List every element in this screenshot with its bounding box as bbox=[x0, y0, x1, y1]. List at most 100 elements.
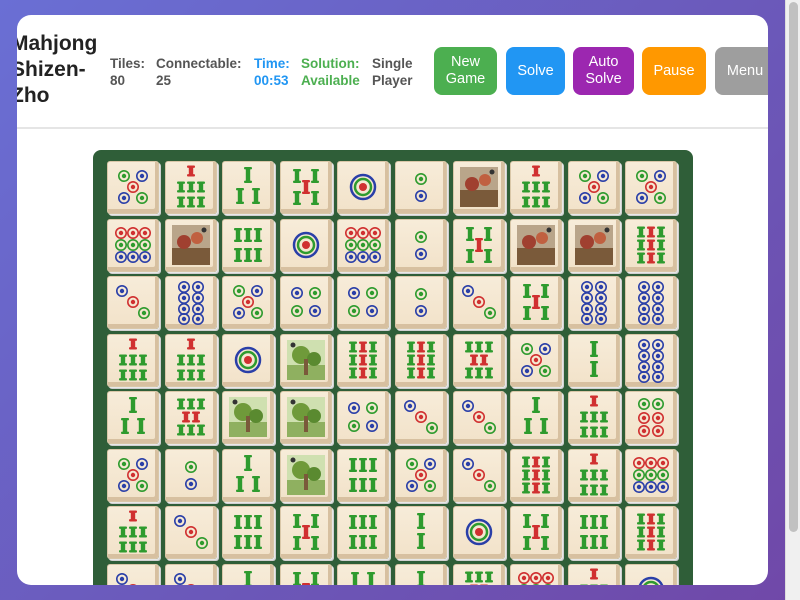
circles-6-tile[interactable] bbox=[625, 391, 678, 444]
circles-5-tile[interactable] bbox=[107, 448, 159, 502]
season-tile-tile[interactable] bbox=[279, 448, 332, 502]
solve-button[interactable]: Solve bbox=[506, 47, 565, 95]
circles-2-tile[interactable] bbox=[164, 448, 217, 502]
bamboo-2-tile[interactable] bbox=[395, 506, 447, 559]
flower-tile-tile[interactable] bbox=[567, 218, 620, 272]
bamboo-5-icon bbox=[292, 514, 319, 550]
flower-tile-tile[interactable] bbox=[452, 161, 505, 214]
bamboo-9-tile[interactable] bbox=[510, 448, 563, 502]
bamboo-6-tile[interactable] bbox=[337, 448, 390, 502]
bamboo-5-tile[interactable] bbox=[279, 563, 332, 585]
circles-2-tile[interactable] bbox=[395, 276, 447, 329]
circles-5-tile[interactable] bbox=[625, 161, 678, 214]
bamboo-8-tile[interactable] bbox=[452, 563, 505, 585]
bamboo-7-tile[interactable] bbox=[567, 448, 620, 502]
bamboo-3-icon bbox=[236, 454, 261, 492]
bamboo-6-tile[interactable] bbox=[222, 218, 275, 272]
circles-3-tile[interactable] bbox=[164, 563, 217, 585]
bamboo-7-tile[interactable] bbox=[567, 391, 620, 444]
circles-5-icon bbox=[636, 170, 667, 204]
circles-2-tile[interactable] bbox=[395, 218, 447, 272]
bamboo-2-tile[interactable] bbox=[395, 563, 447, 585]
scrollbar-thumb[interactable] bbox=[789, 2, 798, 532]
bamboo-3-tile[interactable] bbox=[222, 161, 275, 214]
bamboo-3-tile[interactable] bbox=[107, 391, 159, 444]
circles-3-tile[interactable] bbox=[452, 448, 505, 502]
circles-8-tile[interactable] bbox=[567, 276, 620, 329]
circles-1-tile[interactable] bbox=[337, 161, 390, 214]
flower-tile-tile[interactable] bbox=[510, 218, 563, 272]
circles-8-tile[interactable] bbox=[625, 276, 678, 329]
circles-3-tile[interactable] bbox=[452, 276, 505, 329]
bamboo-2-tile[interactable] bbox=[567, 333, 620, 387]
season-tile-tile[interactable] bbox=[222, 391, 275, 444]
circles-9-tile[interactable] bbox=[337, 218, 390, 272]
season-tile-tile[interactable] bbox=[279, 391, 332, 444]
bamboo-5-tile[interactable] bbox=[452, 218, 505, 272]
circles-8-tile[interactable] bbox=[164, 276, 217, 329]
circles-5-tile[interactable] bbox=[222, 276, 275, 329]
circles-5-tile[interactable] bbox=[107, 161, 159, 214]
circles-5-tile[interactable] bbox=[395, 448, 447, 502]
auto-solve-button[interactable]: Auto Solve bbox=[573, 47, 634, 95]
bamboo-9-tile[interactable] bbox=[625, 218, 678, 272]
bamboo-3-icon bbox=[121, 397, 145, 434]
circles-3-tile[interactable] bbox=[452, 391, 505, 444]
circles-3-tile[interactable] bbox=[107, 563, 159, 585]
circles-9-tile[interactable] bbox=[625, 448, 678, 502]
bamboo-9-tile[interactable] bbox=[395, 333, 447, 387]
bamboo-8-tile[interactable] bbox=[452, 333, 505, 387]
bamboo-7-tile[interactable] bbox=[164, 333, 217, 387]
circles-8-tile[interactable] bbox=[625, 333, 678, 387]
game-title: Mahjong Shizen-Zho bbox=[17, 32, 98, 107]
bamboo-5-tile[interactable] bbox=[279, 506, 332, 559]
bamboo-5-tile[interactable] bbox=[510, 276, 563, 329]
pause-button[interactable]: Pause bbox=[642, 47, 706, 95]
bamboo-7-tile[interactable] bbox=[164, 161, 217, 214]
flower-tile-tile[interactable] bbox=[164, 218, 217, 272]
bamboo-7-tile[interactable] bbox=[107, 506, 159, 559]
season-tile-tile[interactable] bbox=[279, 333, 332, 387]
flower-tile-icon bbox=[574, 224, 613, 265]
bamboo-6-tile[interactable] bbox=[222, 506, 275, 559]
circles-1-tile[interactable] bbox=[625, 563, 678, 585]
circles-1-tile[interactable] bbox=[222, 333, 275, 387]
bamboo-6-tile[interactable] bbox=[337, 506, 390, 559]
bamboo-7-tile[interactable] bbox=[510, 161, 563, 214]
bamboo-7-tile[interactable] bbox=[107, 333, 159, 387]
bamboo-5-tile[interactable] bbox=[279, 161, 332, 214]
bamboo-3-icon bbox=[524, 397, 549, 434]
circles-1-tile[interactable] bbox=[279, 218, 332, 272]
page-scrollbar[interactable] bbox=[785, 0, 800, 600]
bamboo-9-icon bbox=[637, 513, 666, 551]
bamboo-6-icon bbox=[234, 227, 263, 262]
circles-4-tile[interactable] bbox=[337, 276, 390, 329]
circles-3-tile[interactable] bbox=[107, 276, 159, 329]
bamboo-3-tile[interactable] bbox=[510, 391, 563, 444]
time-label: Time: bbox=[254, 56, 290, 71]
circles-3-tile[interactable] bbox=[164, 506, 217, 559]
bamboo-2-tile[interactable] bbox=[222, 563, 275, 585]
circles-5-tile[interactable] bbox=[510, 333, 563, 387]
new-game-button[interactable]: New Game bbox=[434, 47, 497, 95]
circles-1-tile[interactable] bbox=[452, 506, 505, 559]
circles-2-tile[interactable] bbox=[395, 161, 447, 214]
bamboo-4-tile[interactable] bbox=[337, 563, 390, 585]
bamboo-9-tile[interactable] bbox=[625, 506, 678, 559]
circles-4-tile[interactable] bbox=[279, 276, 332, 329]
circles-5-tile[interactable] bbox=[567, 161, 620, 214]
bamboo-8-tile[interactable] bbox=[164, 391, 217, 444]
circles-4-tile[interactable] bbox=[337, 391, 390, 444]
bamboo-6-icon bbox=[234, 515, 263, 549]
circles-9-tile[interactable] bbox=[107, 218, 159, 272]
menu-button[interactable]: Menu bbox=[715, 47, 768, 95]
circles-9-icon bbox=[633, 456, 670, 493]
tiles-stat: Tiles: 80 bbox=[110, 55, 145, 89]
bamboo-6-tile[interactable] bbox=[567, 506, 620, 559]
bamboo-9-tile[interactable] bbox=[337, 333, 390, 387]
bamboo-3-tile[interactable] bbox=[222, 448, 275, 502]
bamboo-5-tile[interactable] bbox=[510, 506, 563, 559]
bamboo-7-tile[interactable] bbox=[567, 563, 620, 585]
circles-3-tile[interactable] bbox=[395, 391, 447, 444]
circles-9-tile[interactable] bbox=[510, 563, 563, 585]
